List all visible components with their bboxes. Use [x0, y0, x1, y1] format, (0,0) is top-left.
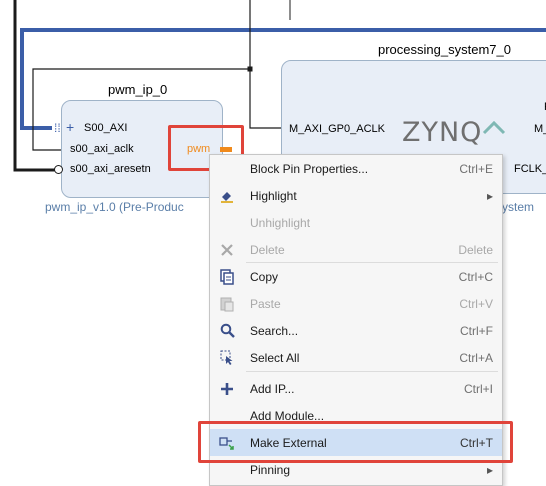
port-s00-axi-aclk[interactable]: s00_axi_aclk	[70, 143, 134, 155]
select-all-icon	[219, 350, 235, 366]
port-s00-axi[interactable]: S00_AXI	[84, 122, 127, 134]
port-right-3[interactable]: FCLK_	[514, 163, 546, 175]
bus-interface-dots: ⁞⁞	[54, 121, 61, 135]
highlight-brush-icon	[219, 188, 235, 204]
pwm-block-subtitle: pwm_ip_v1.0 (Pre-Produc	[45, 200, 184, 214]
menu-item-delete[interactable]: Delete Delete	[210, 236, 502, 263]
reset-inverter-circle	[54, 165, 63, 174]
menu-item-add-ip[interactable]: Add IP... Ctrl+I	[210, 375, 502, 402]
ps-block-subtitle: ystem	[502, 200, 535, 214]
menu-item-shortcut: Ctrl+V	[459, 296, 493, 311]
menu-item-shortcut: Delete	[458, 242, 493, 257]
menu-item-search[interactable]: Search... Ctrl+F	[210, 317, 502, 344]
menu-item-shortcut: Ctrl+I	[463, 381, 493, 396]
zynq-logo: ZYNQ	[402, 117, 483, 148]
menu-item-label: Select All	[250, 350, 300, 365]
menu-item-copy[interactable]: Copy Ctrl+C	[210, 263, 502, 290]
menu-item-shortcut: Ctrl+E	[459, 161, 493, 176]
copy-icon	[219, 268, 235, 285]
menu-item-highlight[interactable]: Highlight ▸	[210, 182, 502, 209]
submenu-arrow-icon: ▸	[486, 462, 493, 477]
port-right-2[interactable]: M_	[534, 123, 546, 135]
delete-x-icon	[219, 242, 235, 258]
menu-item-label: Add IP...	[250, 381, 295, 396]
menu-item-label: Paste	[250, 296, 281, 311]
menu-item-label: Highlight	[250, 188, 297, 203]
menu-item-label: Delete	[250, 242, 285, 257]
make-external-highlight-box	[198, 421, 513, 463]
menu-item-select-all[interactable]: Select All Ctrl+A	[210, 344, 502, 371]
add-plus-icon	[219, 381, 235, 397]
ps-block-title: processing_system7_0	[378, 42, 511, 57]
pwm-block-title: pwm_ip_0	[108, 82, 168, 97]
menu-item-block-pin-properties[interactable]: Block Pin Properties... Ctrl+E	[210, 155, 502, 182]
menu-item-label: Unhighlight	[250, 215, 311, 230]
menu-item-label: Block Pin Properties...	[250, 161, 369, 176]
search-icon	[219, 323, 235, 339]
menu-item-paste[interactable]: Paste Ctrl+V	[210, 290, 502, 317]
menu-item-unhighlight[interactable]: Unhighlight	[210, 209, 502, 236]
paste-icon	[219, 296, 235, 312]
menu-item-shortcut: Ctrl+F	[460, 323, 493, 338]
menu-item-label: Copy	[250, 269, 279, 284]
menu-separator	[246, 371, 498, 372]
port-m-axi-gp0-aclk[interactable]: M_AXI_GP0_ACLK	[289, 123, 385, 135]
menu-item-label: Pinning	[250, 462, 291, 477]
submenu-arrow-icon: ▸	[486, 188, 493, 203]
menu-item-shortcut: Ctrl+C	[458, 269, 493, 284]
menu-item-label: Search...	[250, 323, 299, 338]
expand-plus-icon[interactable]: +	[66, 119, 74, 135]
port-s00-axi-aresetn[interactable]: s00_axi_aresetn	[70, 163, 151, 175]
zynq-logo-mark-icon	[482, 121, 506, 135]
menu-item-shortcut: Ctrl+A	[459, 350, 493, 365]
